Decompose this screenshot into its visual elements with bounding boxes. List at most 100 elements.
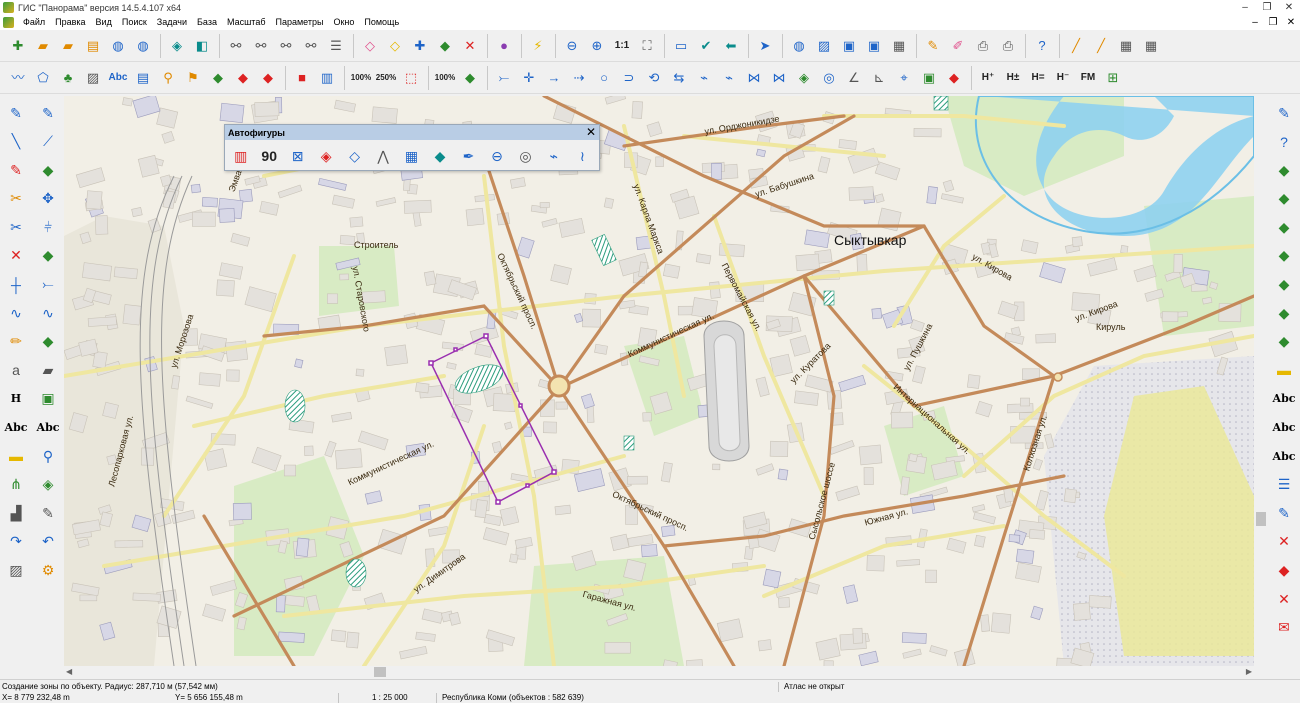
tools-icon[interactable]: ✎ — [921, 34, 945, 58]
frame-check-icon[interactable]: ▣ — [35, 386, 61, 412]
height-minus-button[interactable]: H⁻ — [1051, 66, 1075, 90]
text-a-icon[interactable]: a — [3, 357, 29, 383]
scissors-tool-icon[interactable]: ✂ — [3, 186, 29, 212]
layer-stack-multi-icon[interactable]: ◆ — [1271, 214, 1297, 240]
point-line-icon[interactable]: ┼ — [3, 272, 29, 298]
delete-area-icon[interactable]: ◆ — [35, 243, 61, 269]
geo-globe-icon[interactable]: ◍ — [787, 34, 811, 58]
menu-scale[interactable]: Масштаб — [222, 15, 271, 30]
arrow-point-icon[interactable]: ⇢ — [567, 66, 591, 90]
double-curve-icon[interactable]: ≀ — [571, 144, 594, 168]
grid-mm-icon[interactable]: ▦ — [1114, 34, 1138, 58]
help-cursor-icon[interactable]: ? — [1271, 129, 1297, 155]
select-by-type-icon[interactable]: ◇ — [383, 34, 407, 58]
fill-check-icon[interactable]: ◆ — [35, 157, 61, 183]
draw-pen-icon[interactable]: ✎ — [3, 100, 29, 126]
shoe-shape-alt-icon[interactable]: ⌁ — [717, 66, 741, 90]
draw-polyline-icon[interactable]: ⟋ — [35, 129, 61, 155]
zoom-100-button[interactable]: 100% — [349, 66, 373, 90]
object-tools-icon[interactable]: ◆ — [942, 66, 966, 90]
diamond-icon[interactable]: ◇ — [343, 144, 366, 168]
back-arrow-icon[interactable]: ⬅ — [719, 34, 743, 58]
vector-symbol-icon[interactable]: ⚲ — [156, 66, 180, 90]
mail-icon[interactable]: ✉ — [1271, 615, 1297, 641]
arc-back-icon[interactable]: ↶ — [35, 529, 61, 555]
move-point-icon[interactable]: ⇆ — [667, 66, 691, 90]
abc-label-button[interactable]: Abc — [35, 415, 61, 441]
ellipse-line-icon[interactable]: ⊖ — [485, 144, 508, 168]
zoom-extent-icon[interactable]: ⛶ — [635, 34, 659, 58]
network-edit-icon[interactable]: ◈ — [35, 472, 61, 498]
rotate-object-icon[interactable]: ⟲ — [642, 66, 666, 90]
circle-pattern-icon[interactable]: ◎ — [514, 144, 537, 168]
edit-pen-icon[interactable]: ✎ — [1271, 100, 1297, 126]
menu-tasks[interactable]: Задачи — [152, 15, 192, 30]
tree-symbol-icon[interactable]: ♣ — [56, 66, 80, 90]
layers-icon[interactable]: ◈ — [165, 34, 189, 58]
print-preview-icon[interactable]: ⎙ — [996, 34, 1020, 58]
object-check-icon[interactable]: ◆ — [458, 66, 482, 90]
horizontal-scroll-thumb[interactable] — [374, 667, 386, 677]
table-object-icon[interactable]: ▤ — [131, 66, 155, 90]
node-split-icon[interactable]: ⋈ — [767, 66, 791, 90]
height-button[interactable]: H — [3, 386, 29, 412]
abc-apply-button[interactable]: Abc — [1271, 443, 1297, 469]
binoculars-next-icon[interactable]: ⚯ — [274, 34, 298, 58]
menu-view[interactable]: Вид — [91, 15, 117, 30]
menu-file[interactable]: Файл — [18, 15, 50, 30]
menu-edit[interactable]: Правка — [50, 15, 90, 30]
autofigures-close-button[interactable]: ✕ — [586, 125, 596, 140]
zoom-250-button[interactable]: 250% — [374, 66, 398, 90]
list-icon[interactable]: ☰ — [324, 34, 348, 58]
node-join-icon[interactable]: ⋈ — [742, 66, 766, 90]
restore-button[interactable]: ❐ — [1256, 0, 1278, 15]
color-swatch-icon[interactable]: ■ — [290, 66, 314, 90]
arc-arrow-icon[interactable]: ↷ — [3, 529, 29, 555]
autofigures-titlebar[interactable]: Автофигуры — [225, 125, 599, 140]
tag-icon[interactable]: ◈ — [792, 66, 816, 90]
window-pointer-icon[interactable]: ▣ — [837, 34, 861, 58]
align-icon[interactable]: ⫩ — [35, 214, 61, 240]
curve-line-icon[interactable]: ⌁ — [542, 144, 565, 168]
abc-text-button[interactable]: Abc — [3, 415, 29, 441]
draw-brush-icon[interactable]: ✎ — [35, 100, 61, 126]
menu-database[interactable]: База — [192, 15, 222, 30]
frame-object-icon[interactable]: ▣ — [917, 66, 941, 90]
tree-graph-icon[interactable]: ⋔ — [3, 472, 29, 498]
fill-area-icon[interactable]: ◆ — [206, 66, 230, 90]
close-button[interactable]: ✕ — [1278, 0, 1300, 15]
zoom-in-icon[interactable]: ⊕ — [585, 34, 609, 58]
select-area-icon[interactable]: ◆ — [433, 34, 457, 58]
pointer-icon[interactable]: ➤ — [753, 34, 777, 58]
window-view-icon[interactable]: ▭ — [669, 34, 693, 58]
smooth-curve-icon[interactable]: ∿ — [35, 300, 61, 326]
angle-measure-icon[interactable]: ⊾ — [867, 66, 891, 90]
ruler-icon[interactable]: ╱ — [1064, 34, 1088, 58]
scroll-right-icon[interactable]: ▶ — [1246, 666, 1252, 678]
binoculars-icon[interactable]: ⚯ — [224, 34, 248, 58]
open-folder-icon[interactable]: ▰ — [31, 34, 55, 58]
scroll-left-icon[interactable]: ◀ — [66, 666, 72, 678]
scale-one-to-one-button[interactable]: 1:1 — [610, 34, 634, 58]
check-icon[interactable]: ✔ — [694, 34, 718, 58]
split-line-icon[interactable]: ⤚ — [492, 66, 516, 90]
marker-line-icon[interactable]: ▬ — [1271, 357, 1297, 383]
delete-object-icon[interactable]: ✕ — [1271, 529, 1297, 555]
fill-pattern-icon[interactable]: ◆ — [256, 66, 280, 90]
menu-search[interactable]: Поиск — [117, 15, 152, 30]
layer-edit-icon[interactable]: ◆ — [1271, 157, 1297, 183]
menu-help[interactable]: Помощь — [359, 15, 404, 30]
doc-close-button[interactable]: ✕ — [1282, 15, 1300, 30]
pencil-icon[interactable]: ✏ — [3, 329, 29, 355]
measure-object-icon[interactable]: ▰ — [35, 357, 61, 383]
color-palette-icon[interactable]: ● — [492, 34, 516, 58]
angle-90-button[interactable]: 90 — [257, 144, 280, 168]
split-arrow-icon[interactable]: ⤚ — [35, 272, 61, 298]
height-plus-button[interactable]: H⁺ — [976, 66, 1000, 90]
abc-check-button[interactable]: Abc — [1271, 415, 1297, 441]
layer-stack-icon[interactable]: ◆ — [1271, 186, 1297, 212]
filled-diamond-icon[interactable]: ◆ — [428, 144, 451, 168]
layers-legend-icon[interactable]: ◧ — [190, 34, 214, 58]
list-edit-icon[interactable]: ☰ — [1271, 472, 1297, 498]
layer-split-icon[interactable]: ◆ — [1271, 243, 1297, 269]
